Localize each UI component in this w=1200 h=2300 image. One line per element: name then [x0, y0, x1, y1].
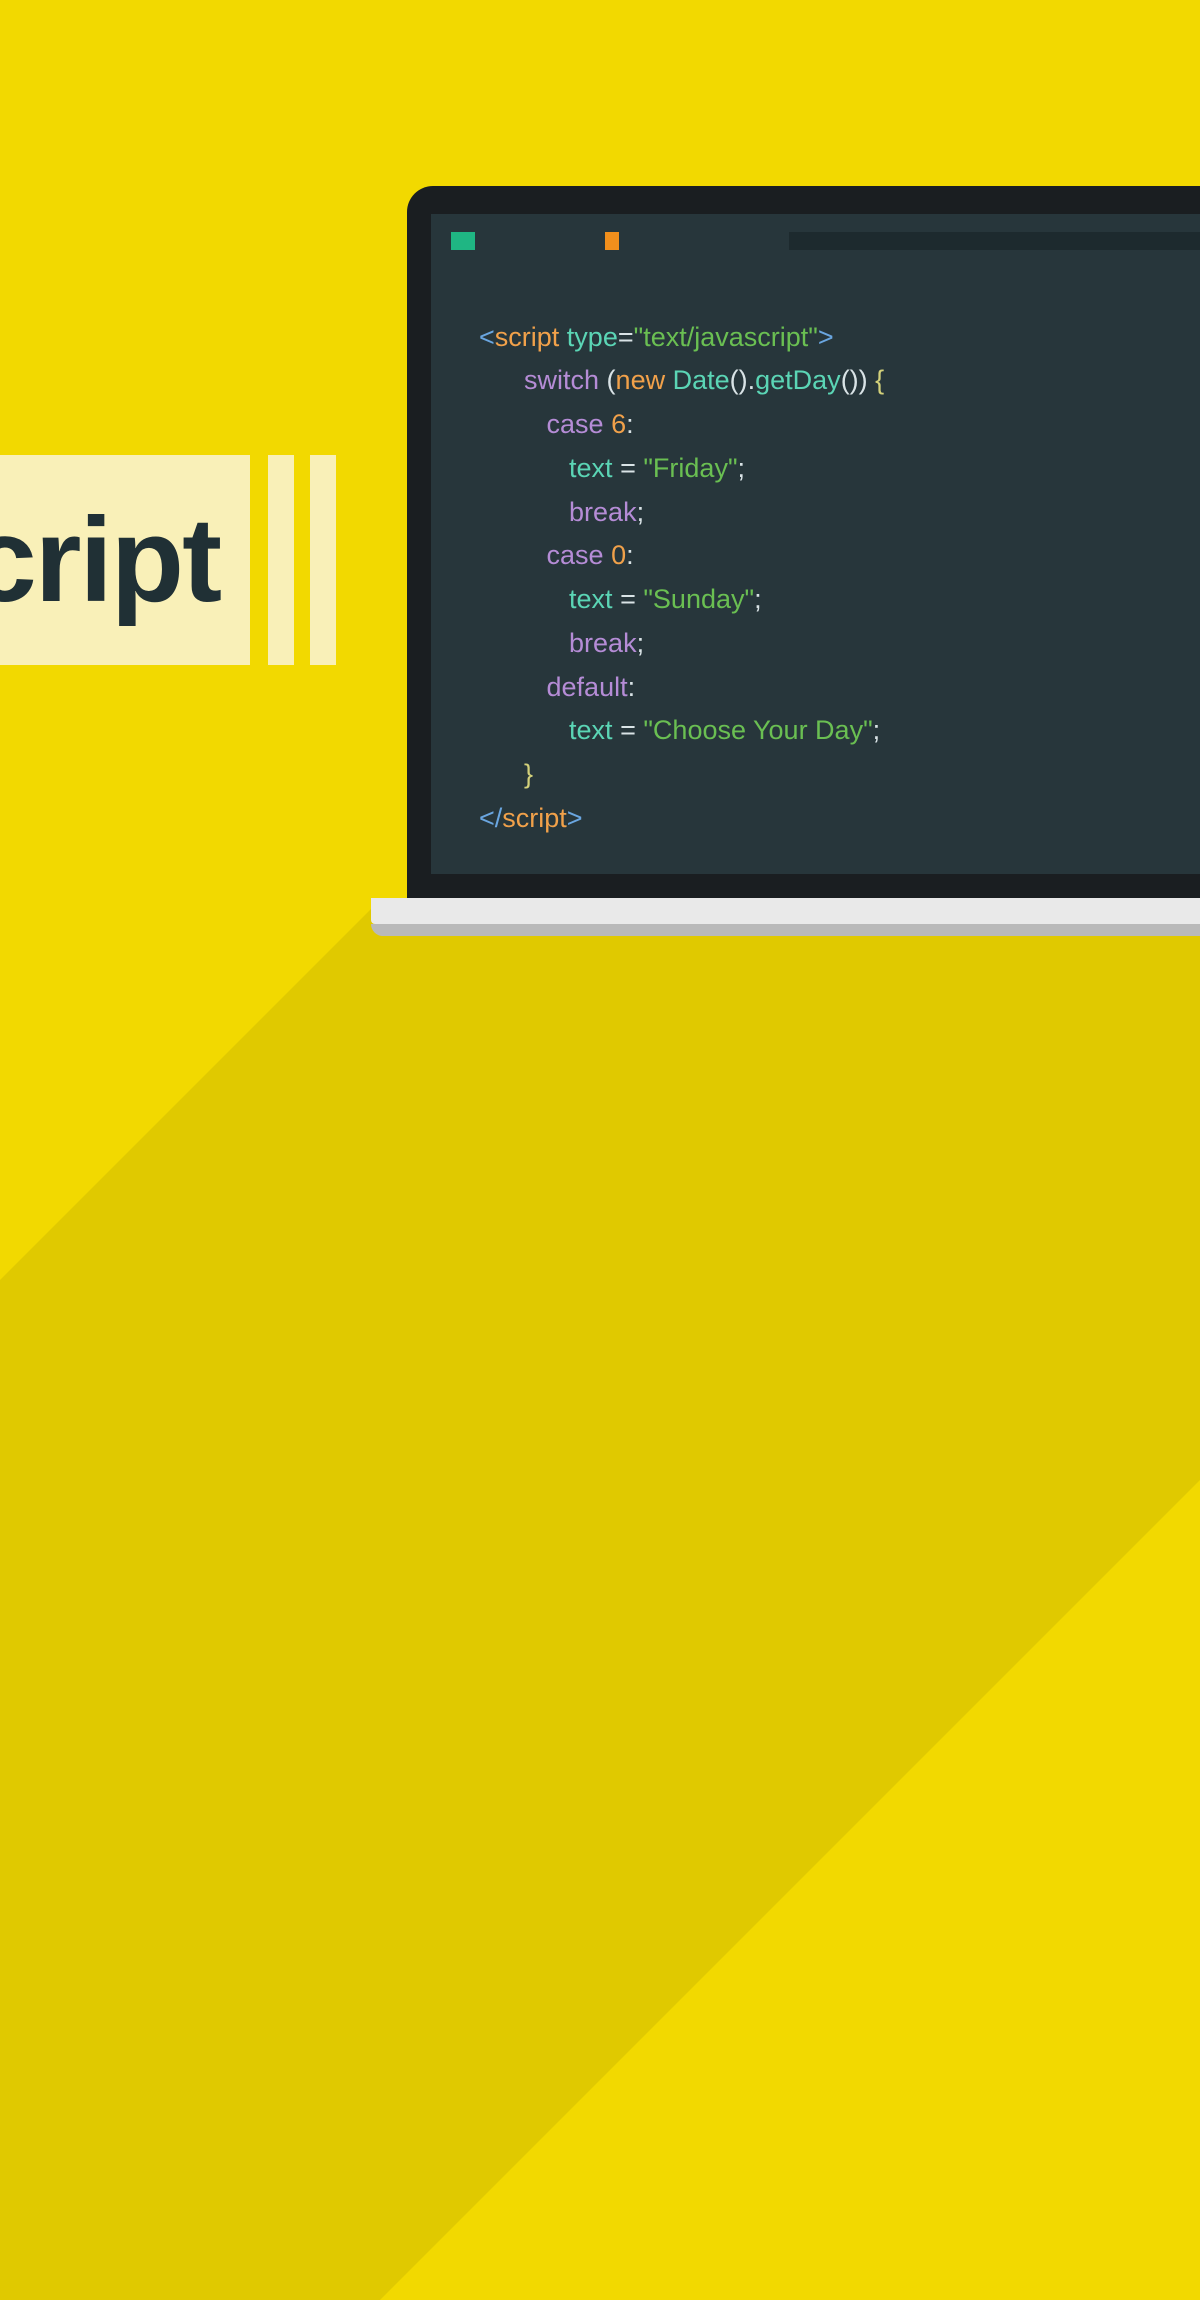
- code-block: <script type="text/javascript"> switch (…: [479, 272, 1200, 841]
- editor-tab-bar: [451, 232, 1200, 250]
- tab-dark-strip: [789, 232, 1200, 250]
- tab-indicator-green: [451, 232, 475, 250]
- laptop: <script type="text/javascript"> switch (…: [407, 186, 1200, 936]
- banner-title: cript: [0, 500, 220, 620]
- title-banner: cript: [0, 455, 336, 665]
- tab-indicator-orange: [605, 232, 619, 250]
- editor-screen: <script type="text/javascript"> switch (…: [431, 214, 1200, 874]
- laptop-base-deck: [371, 898, 1200, 924]
- laptop-bezel: <script type="text/javascript"> switch (…: [407, 186, 1200, 898]
- laptop-shadow: [0, 900, 1200, 2300]
- laptop-base-edge: [371, 924, 1200, 936]
- banner-bars: [268, 455, 336, 665]
